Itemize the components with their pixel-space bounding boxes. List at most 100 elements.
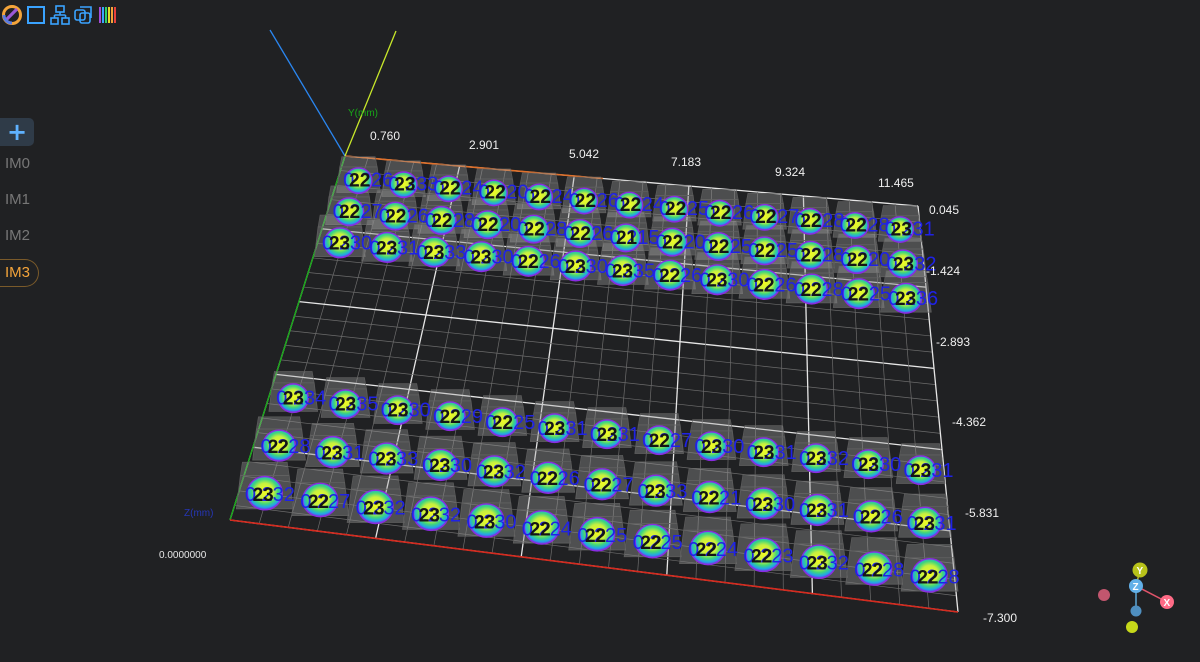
measurement-digits: 22: [659, 266, 680, 287]
measurement-digits: 22: [339, 202, 360, 223]
component-box-top: [637, 413, 681, 426]
measurement-digits: 23: [387, 401, 408, 422]
measurement-digits: 22: [575, 191, 596, 212]
y-tick-label: 0.045: [929, 203, 959, 217]
measurement-digits: 23: [419, 506, 440, 527]
component-box-top: [471, 442, 518, 456]
x-tick-label: 9.324: [775, 165, 805, 179]
measurement-digits: 22: [439, 179, 460, 200]
x-tick-label: 7.183: [671, 155, 701, 169]
measurement-digits: 22: [917, 567, 938, 588]
measurement-digits: 21: [616, 228, 638, 249]
component-box-top: [417, 435, 464, 449]
measurement-digits: 23: [914, 514, 935, 535]
component-box-top: [256, 416, 303, 430]
component-box-top: [579, 455, 626, 469]
component-box-top: [363, 429, 410, 443]
measurement-digits: 22: [485, 183, 506, 204]
y-tick-label: -2.893: [936, 335, 970, 349]
measurement-digits: 23: [335, 395, 356, 416]
component-box-top: [794, 530, 844, 545]
measurement-digits: 22: [570, 224, 591, 245]
component-box-top: [847, 437, 890, 450]
component-box-top: [902, 493, 949, 507]
measurement-digits: 23: [910, 461, 931, 482]
component-box-top: [740, 474, 787, 488]
measurement-digits: 23: [544, 419, 565, 440]
measurement-digits: 22: [492, 413, 513, 434]
component-box-top: [428, 389, 472, 402]
gizmo-y-label: Y: [1137, 566, 1144, 577]
measurement-digits: 22: [640, 533, 661, 554]
component-box-top: [627, 509, 678, 524]
measurement-digits: 23: [807, 554, 828, 575]
measurement-digits: 22: [349, 170, 370, 191]
measurement-digits: 22: [708, 237, 729, 258]
component-box-top: [481, 395, 524, 408]
measurement-digits: 22: [755, 207, 776, 228]
measurement-digits: 23: [858, 455, 879, 476]
measurement-digits: 22: [530, 519, 551, 540]
measurement-digits: 22: [801, 246, 822, 267]
component-box-top: [585, 407, 629, 420]
overlapped-readout: 0.0000000: [159, 550, 207, 561]
component-box-top: [324, 377, 367, 390]
measurement-digits: 22: [537, 469, 558, 490]
measurement-digits: 22: [801, 280, 822, 301]
measurement-digits: 23: [891, 219, 912, 240]
measurement-digits: 22: [591, 475, 612, 496]
gizmo-neg-y-icon[interactable]: [1126, 621, 1138, 633]
component-box-top: [683, 516, 733, 531]
component-box-top: [572, 503, 622, 517]
measurement-digits: 22: [848, 285, 869, 306]
gizmo-neg-z-icon[interactable]: [1130, 605, 1142, 617]
measurement-digits: 22: [308, 492, 329, 513]
measurement-digits: 22: [847, 250, 868, 271]
component-box-top: [339, 156, 378, 168]
measurement-digits: 22: [800, 211, 821, 232]
measurement-digits: 23: [483, 463, 504, 484]
3d-viewport[interactable]: 0.22622 0.23323 0.22422 0.22022 0.22422 0.226…: [0, 0, 1200, 662]
component-box-top: [848, 487, 895, 501]
component-box-top: [686, 467, 733, 481]
measurement-digits: 23: [645, 482, 666, 503]
component-box-top: [738, 523, 789, 538]
measurement-digits: 23: [376, 238, 397, 259]
component-box-top: [350, 475, 401, 490]
measurement-digits: 23: [363, 499, 384, 520]
component-box-top: [794, 480, 841, 494]
measurement-digits: 23: [706, 271, 727, 292]
component-box-top: [794, 431, 838, 444]
component-box-top: [904, 544, 955, 559]
measurement-digits: 23: [612, 261, 633, 282]
measurement-digits: 22: [753, 275, 774, 296]
component-box-top: [240, 461, 290, 476]
x-tick-label: 11.465: [878, 176, 914, 190]
measurement-digits: 22: [710, 203, 731, 224]
gizmo-neg-x-icon[interactable]: [1098, 589, 1110, 601]
gizmo-x-label: X: [1164, 598, 1171, 609]
measurement-digits: 22: [585, 526, 606, 547]
measurement-digits: 22: [862, 560, 883, 581]
measurement-digits: 22: [698, 488, 719, 509]
measurement-digits: 23: [394, 175, 415, 196]
gizmo-z-label: Z: [1133, 582, 1139, 593]
measurement-digits: 23: [753, 443, 774, 464]
measurement-digits: 22: [518, 252, 539, 273]
component-box-top: [690, 419, 733, 432]
component-box-top: [461, 489, 512, 504]
measurement-digits: 22: [754, 241, 775, 262]
y-axis-label: Y(mm): [348, 108, 378, 119]
measurement-digits: 23: [752, 495, 773, 516]
measurement-digits: 23: [474, 512, 495, 533]
measurement-digits: 23: [565, 257, 586, 278]
orientation-gizmo[interactable]: Y Z X: [1098, 562, 1174, 634]
component-box-top: [849, 537, 899, 552]
component-box-top: [406, 482, 456, 497]
measurement-digits: 22: [477, 215, 498, 236]
measurement-digits: 22: [662, 233, 683, 254]
z-axis-label: Z(mm): [184, 508, 213, 519]
measurement-digits: 22: [440, 407, 461, 428]
measurement-digits: 22: [431, 211, 452, 232]
measurement-digits: 22: [649, 431, 670, 452]
